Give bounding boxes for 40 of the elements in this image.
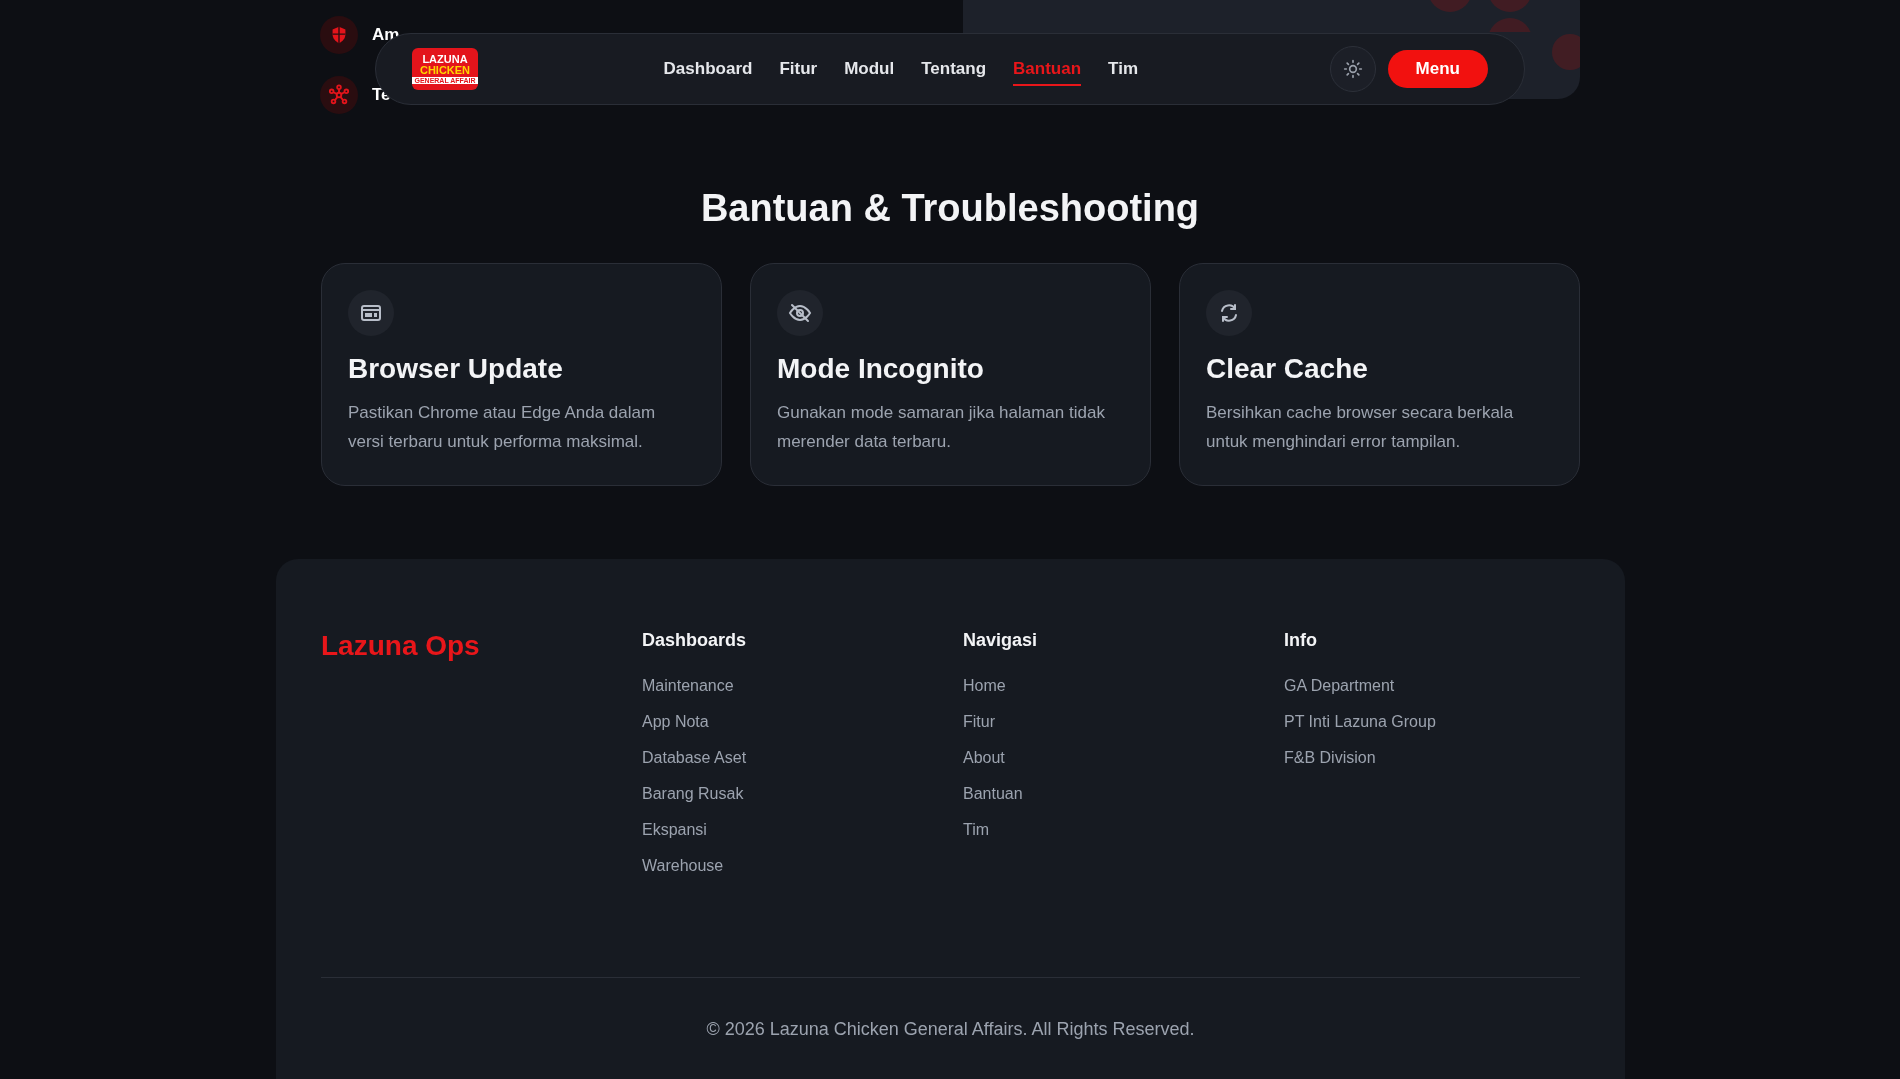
section-title: Bantuan & Troubleshooting (699, 186, 1201, 231)
nav-link[interactable]: Tentang (921, 52, 987, 86)
shield-icon (320, 16, 358, 54)
nav-link[interactable]: Bantuan (1013, 52, 1082, 86)
brand-name: Lazuna Ops (321, 629, 481, 663)
theme-toggle-button[interactable] (1329, 46, 1376, 92)
card-description: Pastikan Chrome atau Edge Anda dalam versi terbaru untuk performa maksimal. (348, 402, 657, 453)
footer-heading: Dashboards (642, 629, 748, 652)
footer-link[interactable]: Ekspansi (642, 820, 707, 856)
footer-link[interactable]: Tim (963, 820, 990, 856)
footer-link[interactable]: Warehouse (642, 856, 724, 892)
footer-link[interactable]: F&B Division (1284, 748, 1376, 784)
footer-link[interactable]: About (963, 748, 1005, 784)
footer-link[interactable]: GA Department (1284, 676, 1395, 712)
footer-heading: Info (1284, 629, 1318, 652)
browser-icon (348, 290, 394, 336)
nav-link[interactable]: Tim (1108, 52, 1138, 86)
footer-link[interactable]: App Nota (642, 712, 709, 748)
footer-link[interactable]: Bantuan (963, 784, 1023, 820)
menu-button[interactable]: Menu (1387, 50, 1488, 88)
card-title: Clear Cache (1206, 352, 1369, 386)
footer-link[interactable]: Fitur (963, 712, 995, 748)
card-title: Mode Incognito (777, 352, 985, 386)
nav-link[interactable]: Modul (844, 52, 895, 86)
footer-heading: Navigasi (963, 629, 1039, 652)
footer-link[interactable]: Maintenance (642, 676, 734, 712)
footer-link[interactable]: Home (963, 676, 1006, 712)
nav-link[interactable]: Dashboard (663, 52, 753, 86)
network-icon (320, 76, 358, 114)
card-description: Gunakan mode samaran jika halaman tidak merender data terbaru. (777, 402, 1106, 453)
card-description: Bersihkan cache browser secara berkala untuk menghindari error tampilan. (1206, 402, 1515, 453)
refresh-icon (1206, 290, 1252, 336)
nav-link[interactable]: Fitur (779, 52, 818, 86)
footer-link[interactable]: PT Inti Lazuna Group (1284, 712, 1436, 748)
eye-off-icon (777, 290, 823, 336)
card-title: Browser Update (348, 352, 564, 386)
copyright-text: © 2026 Lazuna Chicken General Affairs. All Rights Reserved. (705, 1018, 1196, 1041)
footer-link[interactable]: Barang Rusak (642, 784, 744, 820)
sun-icon (1342, 59, 1363, 79)
footer-link[interactable]: Database Aset (642, 748, 747, 784)
